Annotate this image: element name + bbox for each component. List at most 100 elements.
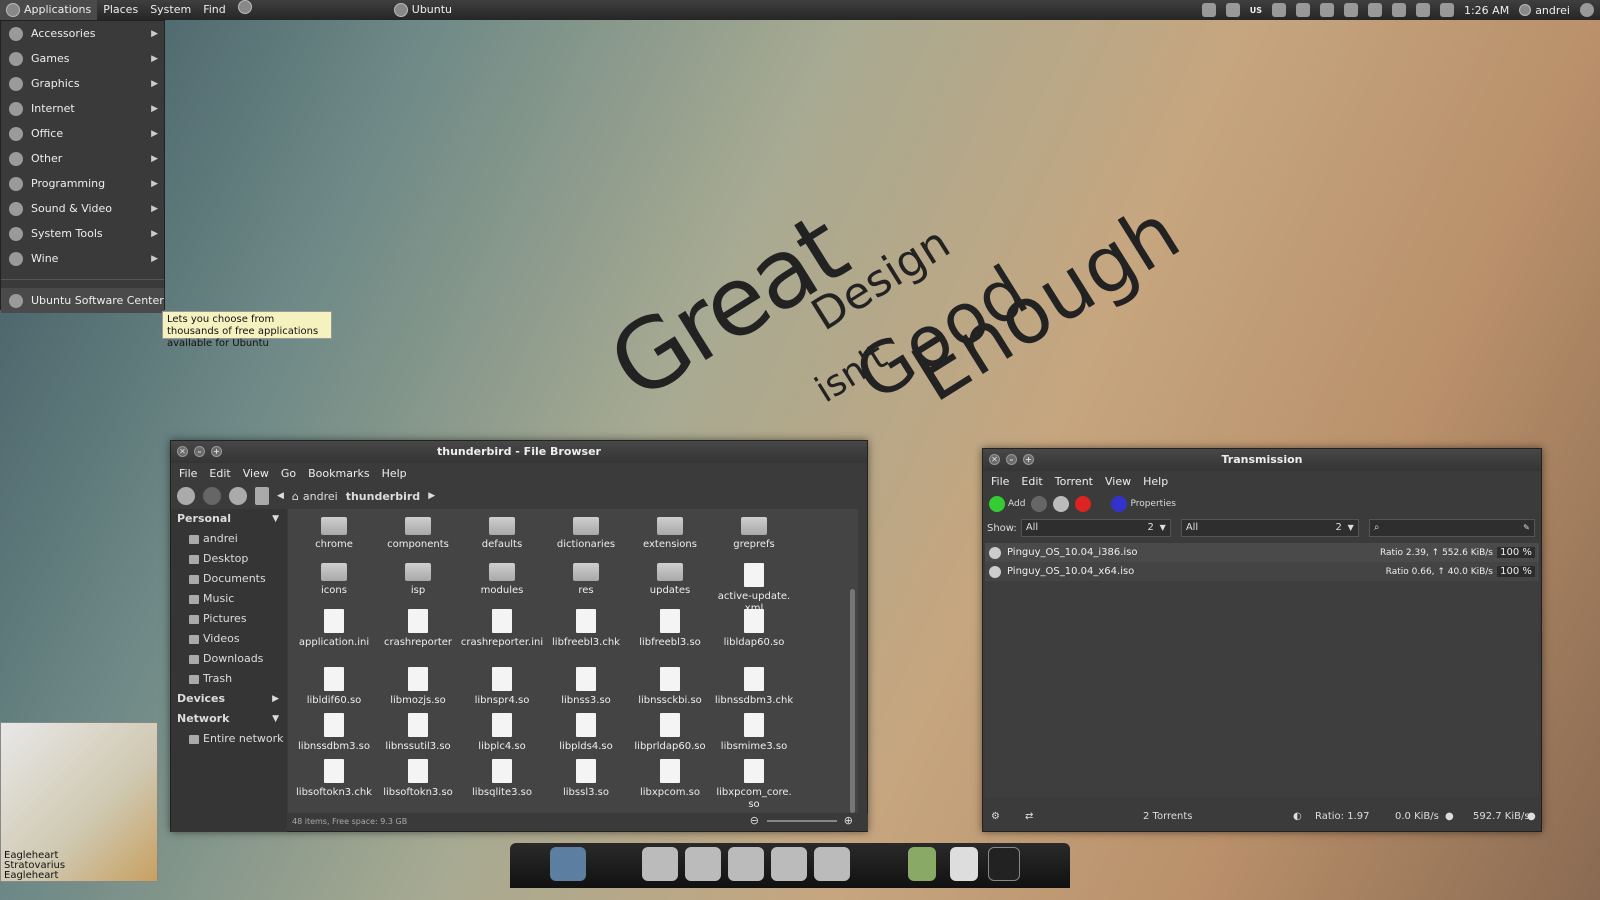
- menu-file[interactable]: File: [991, 475, 1009, 488]
- sidebar-item-documents[interactable]: Documents: [171, 569, 287, 589]
- file-item[interactable]: crashreporter: [376, 609, 460, 649]
- path-left-icon[interactable]: ◀: [277, 491, 284, 501]
- sidebar-section-network[interactable]: Network ▼: [171, 709, 287, 729]
- close-icon[interactable]: ✕: [989, 454, 1000, 465]
- menu-help[interactable]: Help: [382, 467, 407, 480]
- file-item[interactable]: libsmime3.so: [712, 713, 796, 753]
- terminal-icon[interactable]: [988, 847, 1020, 881]
- sidebar-item-entire-network[interactable]: Entire network: [171, 729, 287, 749]
- folder-item[interactable]: greprefs: [712, 517, 796, 551]
- zoom-in-icon[interactable]: ⊕: [844, 814, 853, 827]
- breadcrumb-current[interactable]: thunderbird: [346, 490, 420, 503]
- menu-view[interactable]: View: [1105, 475, 1131, 488]
- file-item[interactable]: libnssckbi.so: [628, 667, 712, 707]
- menu-item-wine[interactable]: Wine ▶: [1, 246, 164, 271]
- add-button[interactable]: Add: [989, 496, 1025, 512]
- window-titlebar[interactable]: ✕ – + Transmission: [983, 449, 1541, 471]
- pen-icon[interactable]: [685, 847, 721, 881]
- clipboard-icon[interactable]: [1343, 3, 1358, 17]
- headphones-icon[interactable]: [814, 847, 850, 881]
- user-menu[interactable]: andrei: [1519, 4, 1570, 17]
- minimize-icon[interactable]: –: [1006, 454, 1017, 465]
- sidebar-item-music[interactable]: Music: [171, 589, 287, 609]
- menu-torrent[interactable]: Torrent: [1055, 475, 1093, 488]
- turtle-icon[interactable]: ⇄: [1025, 805, 1033, 829]
- menu-file[interactable]: File: [179, 467, 197, 480]
- menu-item-office[interactable]: Office ▶: [1, 121, 164, 146]
- pause-icon[interactable]: [1053, 496, 1070, 512]
- file-item[interactable]: libldif60.so: [292, 667, 376, 707]
- menu-go[interactable]: Go: [281, 467, 296, 480]
- printer-icon[interactable]: [1391, 3, 1406, 17]
- menu-item-software-center[interactable]: Ubuntu Software Center: [1, 288, 164, 313]
- printer-icon[interactable]: [771, 847, 807, 881]
- places-menu[interactable]: Places: [97, 0, 144, 20]
- workspace-1-icon[interactable]: [908, 847, 936, 881]
- sidebar-item-trash[interactable]: Trash: [171, 669, 287, 689]
- sidebar-item-videos[interactable]: Videos: [171, 629, 287, 649]
- menu-item-accessories[interactable]: Accessories ▶: [1, 21, 164, 46]
- network-icon[interactable]: [1201, 3, 1216, 17]
- file-item[interactable]: libnssdbm3.chk: [712, 667, 796, 707]
- back-arrow-icon[interactable]: [177, 487, 195, 505]
- file-item[interactable]: libsoftokn3.so: [376, 759, 460, 799]
- ratio-icon[interactable]: ◐: [1293, 805, 1302, 829]
- workspace-switcher[interactable]: Ubuntu: [388, 0, 458, 20]
- maximize-icon[interactable]: +: [211, 446, 222, 457]
- file-item[interactable]: libssl3.so: [544, 759, 628, 799]
- desktop-icon[interactable]: [550, 847, 586, 881]
- system-menu[interactable]: System: [144, 0, 197, 20]
- mail-icon[interactable]: [1439, 3, 1454, 17]
- menu-item-graphics[interactable]: Graphics ▶: [1, 71, 164, 96]
- sidebar-section-devices[interactable]: Devices ▶: [171, 689, 287, 709]
- moon-icon[interactable]: [1367, 3, 1382, 17]
- location-toggle-icon[interactable]: [255, 487, 269, 505]
- menu-edit[interactable]: Edit: [1021, 475, 1042, 488]
- file-item[interactable]: libnss3.so: [544, 667, 628, 707]
- dropbox-icon[interactable]: [1319, 3, 1334, 17]
- menu-item-programming[interactable]: Programming ▶: [1, 171, 164, 196]
- menu-item-games[interactable]: Games ▶: [1, 46, 164, 71]
- binary-icon[interactable]: [950, 847, 978, 881]
- file-item[interactable]: libplds4.so: [544, 713, 628, 753]
- menu-bookmarks[interactable]: Bookmarks: [308, 467, 369, 480]
- sidebar-item-pictures[interactable]: Pictures: [171, 609, 287, 629]
- applications-menu[interactable]: Applications: [0, 0, 98, 20]
- file-item[interactable]: libfreebl3.so: [628, 609, 712, 649]
- folder-item[interactable]: modules: [460, 563, 544, 597]
- settings-icon[interactable]: [1225, 3, 1240, 17]
- menu-view[interactable]: View: [243, 467, 269, 480]
- file-item[interactable]: libnspr4.so: [460, 667, 544, 707]
- sidebar-item-desktop[interactable]: Desktop: [171, 549, 287, 569]
- start-icon[interactable]: [1031, 496, 1048, 512]
- folder-item[interactable]: updates: [628, 563, 712, 597]
- file-item[interactable]: libnssdbm3.so: [292, 713, 376, 753]
- headphones-icon[interactable]: [1295, 3, 1310, 17]
- window-titlebar[interactable]: ✕ – + thunderbird - File Browser: [171, 441, 867, 463]
- menu-item-system-tools[interactable]: System Tools ▶: [1, 221, 164, 246]
- album-art-desklet[interactable]: Eagleheart Stratovarius Eagleheart: [0, 722, 158, 882]
- minimize-icon[interactable]: –: [194, 446, 205, 457]
- menu-edit[interactable]: Edit: [209, 467, 230, 480]
- folder-item[interactable]: icons: [292, 563, 376, 597]
- power-icon[interactable]: [1580, 3, 1594, 17]
- path-right-icon[interactable]: ▶: [428, 491, 435, 501]
- folder-item[interactable]: dictionaries: [544, 517, 628, 551]
- file-item[interactable]: libprldap60.so: [628, 713, 712, 753]
- folder-item[interactable]: extensions: [628, 517, 712, 551]
- volume-icon[interactable]: [1415, 3, 1430, 17]
- file-item[interactable]: libsoftokn3.chk: [292, 759, 376, 799]
- breadcrumb-home[interactable]: ⌂ andrei: [292, 490, 338, 503]
- activity-filter-select[interactable]: All 2 ▼: [1020, 519, 1171, 537]
- folder-item[interactable]: chrome: [292, 517, 376, 551]
- folder-item[interactable]: components: [376, 517, 460, 551]
- folder-item[interactable]: res: [544, 563, 628, 597]
- file-item[interactable]: libplc4.so: [460, 713, 544, 753]
- bird-icon[interactable]: [728, 847, 764, 881]
- file-item[interactable]: libldap60.so: [712, 609, 796, 649]
- menu-item-internet[interactable]: Internet ▶: [1, 96, 164, 121]
- zoom-out-icon[interactable]: ⊖: [750, 814, 759, 827]
- scrollbar[interactable]: [850, 589, 855, 813]
- preferences-icon[interactable]: ⚙: [991, 805, 1000, 829]
- menu-item-sound-video[interactable]: Sound & Video ▶: [1, 196, 164, 221]
